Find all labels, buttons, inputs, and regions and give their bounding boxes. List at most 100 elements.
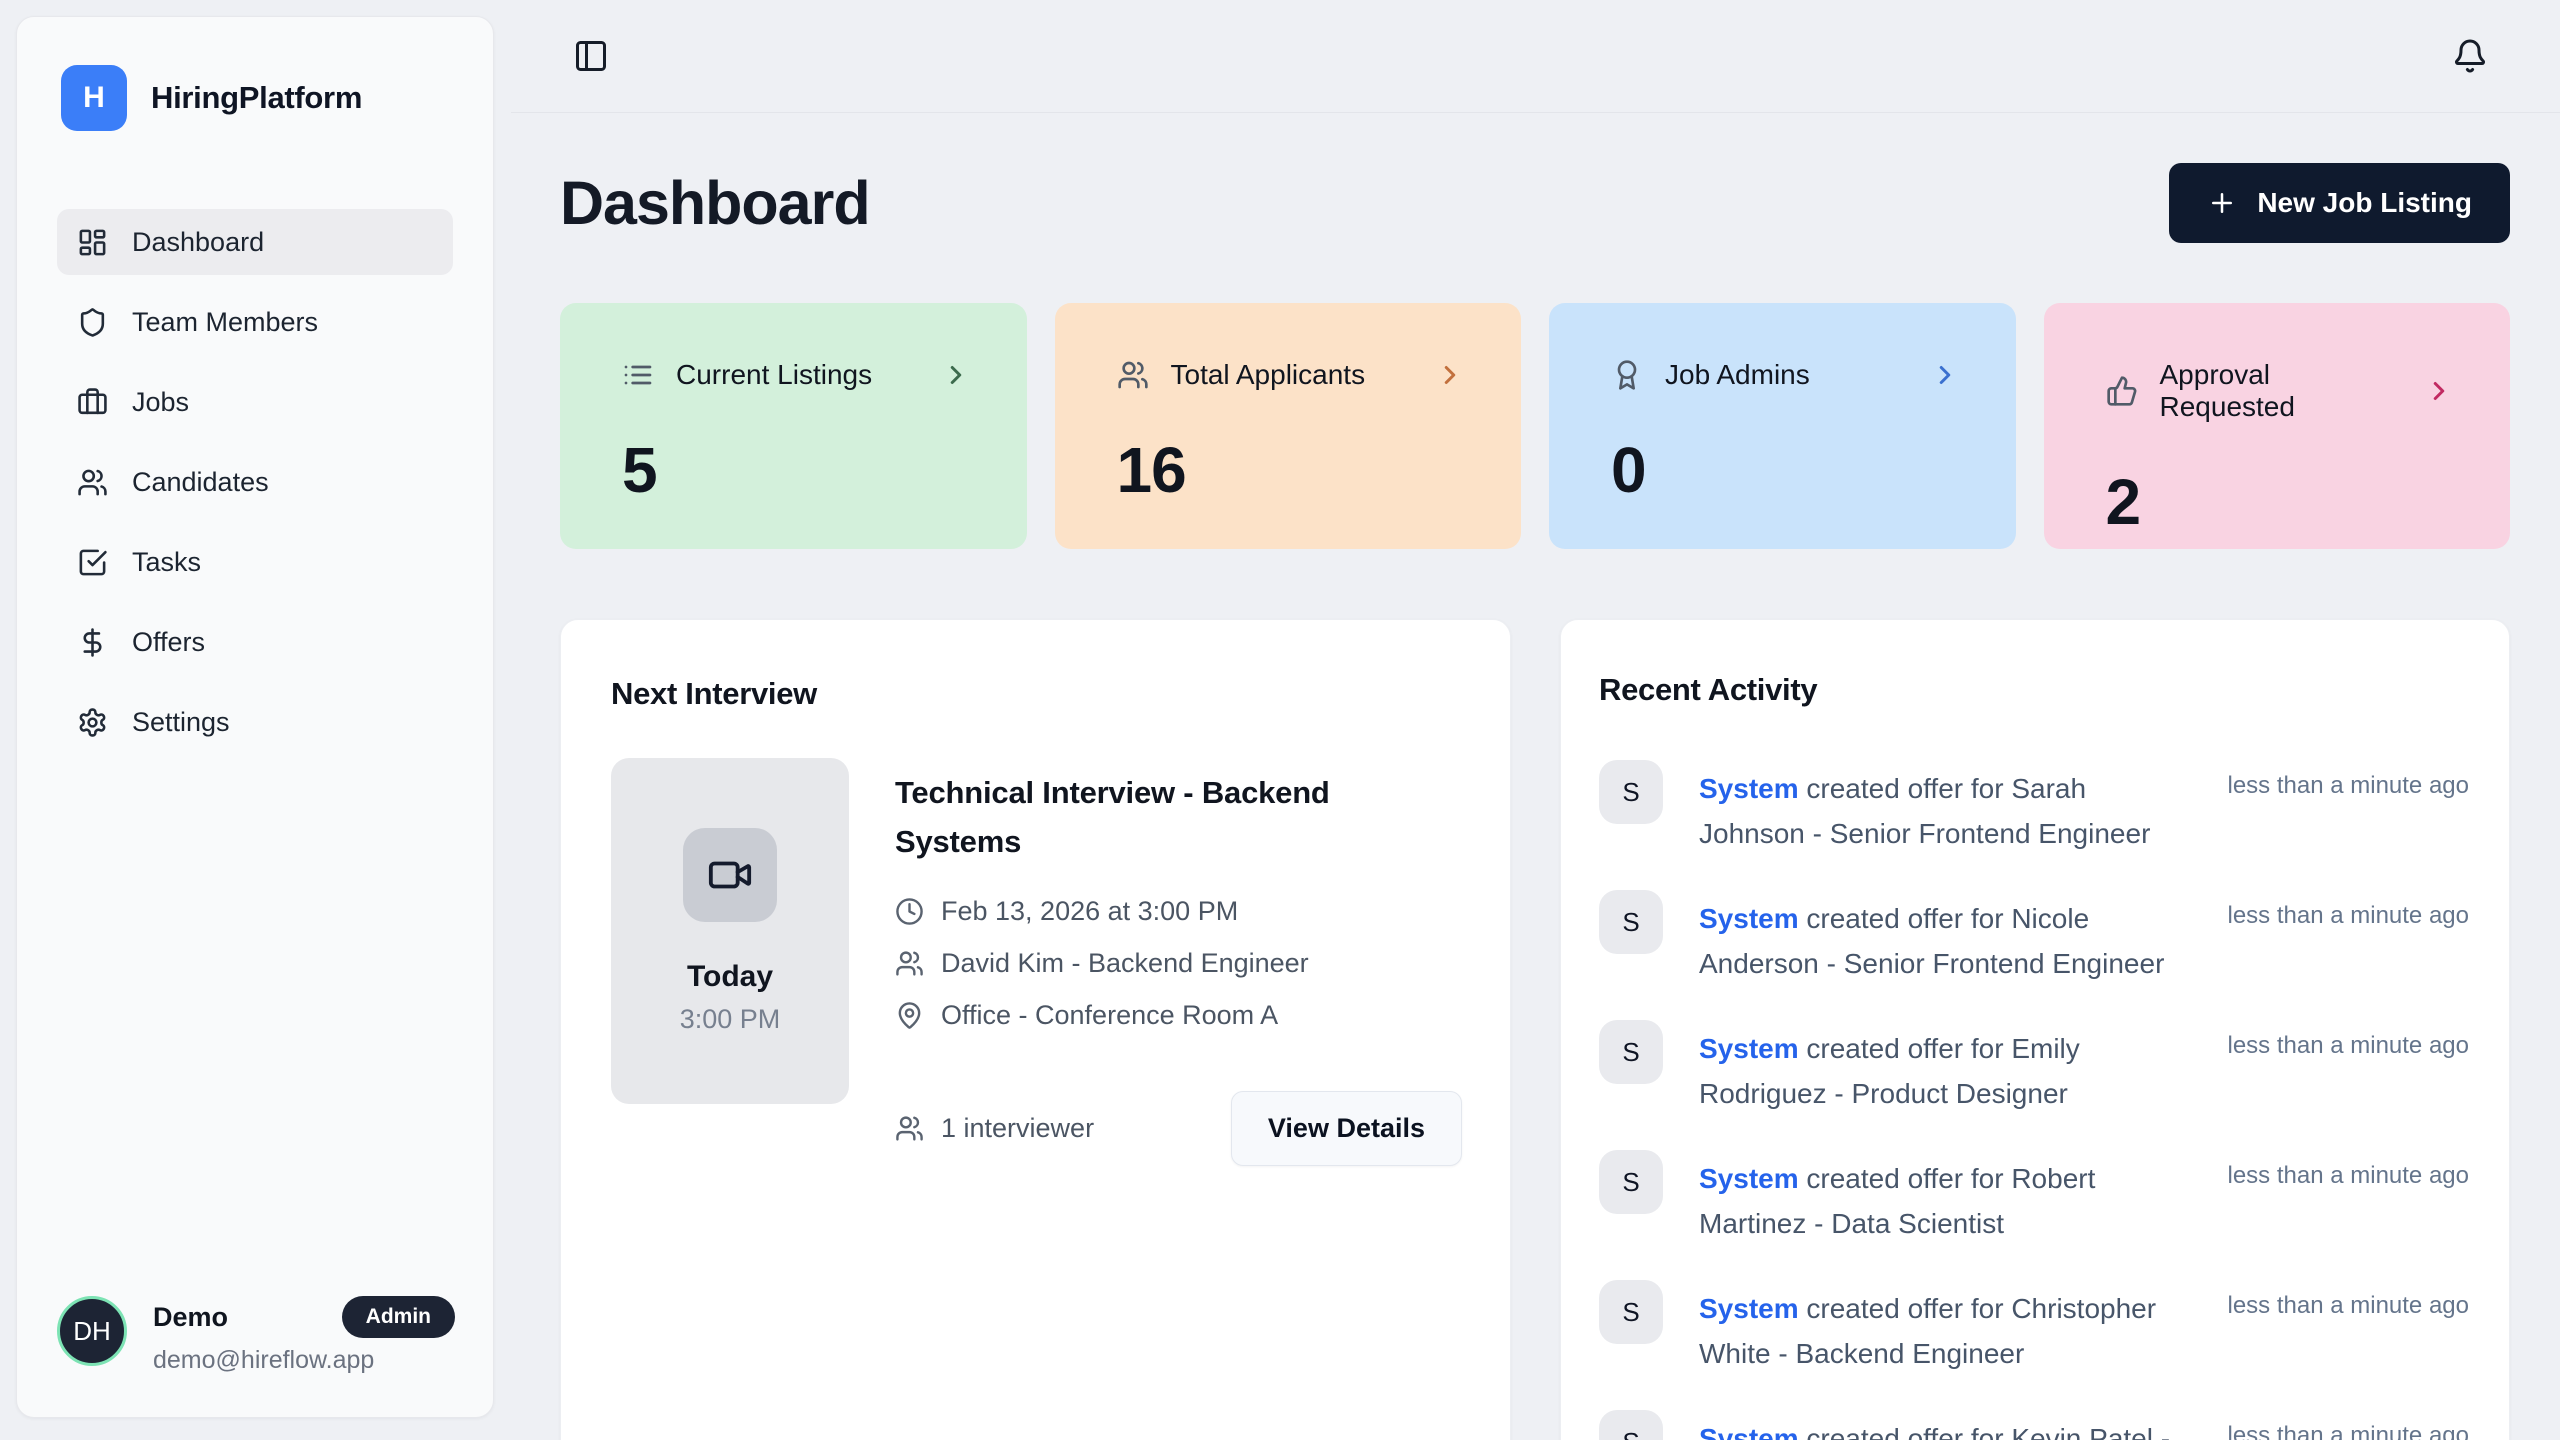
activity-item: S System created offer for Sarah Johnson… — [1599, 760, 2469, 856]
sidebar-item-label: Jobs — [132, 387, 189, 418]
panel-left-icon — [573, 38, 609, 74]
activity-list: S System created offer for Sarah Johnson… — [1599, 760, 2469, 1440]
brand: H HiringPlatform — [17, 17, 493, 131]
shield-icon — [77, 307, 108, 338]
gear-icon — [77, 707, 108, 738]
interview-day: Today — [687, 960, 773, 994]
stat-label: Current Listings — [676, 359, 872, 391]
view-details-button[interactable]: View Details — [1231, 1091, 1462, 1166]
interview-person-row: David Kim - Backend Engineer — [895, 948, 1462, 979]
stat-label: Approval Requested — [2160, 359, 2403, 423]
sidebar-item-label: Candidates — [132, 467, 269, 498]
sidebar-item-candidates[interactable]: Candidates — [57, 449, 453, 515]
sidebar-item-label: Tasks — [132, 547, 201, 578]
new-job-listing-button[interactable]: New Job Listing — [2169, 163, 2510, 243]
plus-icon — [2207, 188, 2237, 218]
activity-timestamp: less than a minute ago — [2228, 1280, 2470, 1376]
list-icon — [622, 359, 654, 391]
sidebar-nav: Dashboard Team Members Jobs Candidates T… — [17, 209, 493, 755]
app-title: HiringPlatform — [151, 80, 362, 116]
chevron-right-icon — [941, 360, 971, 390]
stat-value: 16 — [1117, 433, 1466, 507]
new-job-listing-label: New Job Listing — [2257, 187, 2472, 219]
sidebar: H HiringPlatform Dashboard Team Members … — [16, 16, 494, 1418]
users-icon — [1117, 359, 1149, 391]
activity-avatar: S — [1599, 1150, 1663, 1214]
lower-grid: Next Interview Today 3:00 PM Technical I… — [560, 619, 2510, 1440]
stat-card-job-admins[interactable]: Job Admins 0 — [1549, 303, 2016, 549]
user-meta: Demo Admin demo@hireflow.app — [153, 1296, 455, 1375]
interview-location-row: Office - Conference Room A — [895, 1000, 1462, 1031]
activity-actor: System — [1699, 773, 1799, 804]
user-email: demo@hireflow.app — [153, 1346, 455, 1375]
activity-timestamp: less than a minute ago — [2228, 1410, 2470, 1440]
sidebar-item-settings[interactable]: Settings — [57, 689, 453, 755]
activity-actor: System — [1699, 903, 1799, 934]
activity-timestamp: less than a minute ago — [2228, 1020, 2470, 1116]
bell-icon — [2452, 38, 2488, 74]
interview-person: David Kim - Backend Engineer — [941, 948, 1309, 979]
next-interview-title: Next Interview — [611, 676, 1462, 712]
role-badge: Admin — [342, 1296, 455, 1338]
sidebar-item-team-members[interactable]: Team Members — [57, 289, 453, 355]
chevron-right-icon — [1435, 360, 1465, 390]
sidebar-item-tasks[interactable]: Tasks — [57, 529, 453, 595]
interview-job-title: Technical Interview - Backend Systems — [895, 768, 1395, 866]
activity-item: S System created offer for Kevin Patel -… — [1599, 1410, 2469, 1440]
dollar-icon — [77, 627, 108, 658]
main-area: Dashboard New Job Listing Current Listin… — [511, 0, 2560, 1440]
sidebar-item-dashboard[interactable]: Dashboard — [57, 209, 453, 275]
recent-activity-title: Recent Activity — [1599, 672, 2469, 708]
activity-item: S System created offer for Emily Rodrigu… — [1599, 1020, 2469, 1116]
interview-details: Technical Interview - Backend Systems Fe… — [895, 758, 1462, 1166]
stat-card-approval-requested[interactable]: Approval Requested 2 — [2044, 303, 2511, 549]
activity-avatar: S — [1599, 1020, 1663, 1084]
page-head: Dashboard New Job Listing — [560, 163, 2510, 243]
user-box[interactable]: DH Demo Admin demo@hireflow.app — [57, 1296, 455, 1375]
users-icon — [77, 467, 108, 498]
next-interview-panel: Next Interview Today 3:00 PM Technical I… — [560, 619, 1511, 1440]
activity-avatar: S — [1599, 1410, 1663, 1440]
clock-icon — [895, 897, 924, 926]
award-icon — [1611, 359, 1643, 391]
sidebar-item-label: Settings — [132, 707, 230, 738]
interview-datetime: Feb 13, 2026 at 3:00 PM — [941, 896, 1238, 927]
activity-actor: System — [1699, 1033, 1799, 1064]
stat-card-total-applicants[interactable]: Total Applicants 16 — [1055, 303, 1522, 549]
brand-logo: H — [61, 65, 127, 131]
video-camera-icon — [683, 828, 777, 922]
sidebar-toggle-button[interactable] — [573, 38, 609, 74]
check-square-icon — [77, 547, 108, 578]
stat-value: 2 — [2106, 465, 2455, 539]
activity-actor: System — [1699, 1163, 1799, 1194]
interview-thumbnail: Today 3:00 PM — [611, 758, 849, 1104]
sidebar-item-label: Team Members — [132, 307, 318, 338]
stat-value: 0 — [1611, 433, 1960, 507]
avatar-initials: DH — [73, 1316, 111, 1347]
activity-text: System created offer for Sarah Johnson -… — [1699, 760, 2192, 856]
activity-text: System created offer for Emily Rodriguez… — [1699, 1020, 2192, 1116]
activity-text: System created offer for Kevin Patel - D… — [1699, 1410, 2192, 1440]
notifications-button[interactable] — [2452, 38, 2488, 74]
activity-actor: System — [1699, 1423, 1799, 1440]
avatar: DH — [57, 1296, 127, 1366]
stat-card-current-listings[interactable]: Current Listings 5 — [560, 303, 1027, 549]
chevron-right-icon — [1930, 360, 1960, 390]
activity-avatar: S — [1599, 760, 1663, 824]
activity-text: System created offer for Robert Martinez… — [1699, 1150, 2192, 1246]
interviewer-count-row: 1 interviewer — [895, 1113, 1094, 1144]
interview-time: 3:00 PM — [680, 1004, 781, 1035]
sidebar-item-jobs[interactable]: Jobs — [57, 369, 453, 435]
topbar — [511, 0, 2560, 113]
activity-text: System created offer for Christopher Whi… — [1699, 1280, 2192, 1376]
chevron-right-icon — [2424, 376, 2454, 406]
users-icon — [895, 1114, 924, 1143]
stat-value: 5 — [622, 433, 971, 507]
activity-avatar: S — [1599, 890, 1663, 954]
briefcase-icon — [77, 387, 108, 418]
users-icon — [895, 949, 924, 978]
content: Dashboard New Job Listing Current Listin… — [511, 113, 2560, 1440]
interview-location: Office - Conference Room A — [941, 1000, 1278, 1031]
sidebar-item-offers[interactable]: Offers — [57, 609, 453, 675]
stat-label: Total Applicants — [1171, 359, 1366, 391]
